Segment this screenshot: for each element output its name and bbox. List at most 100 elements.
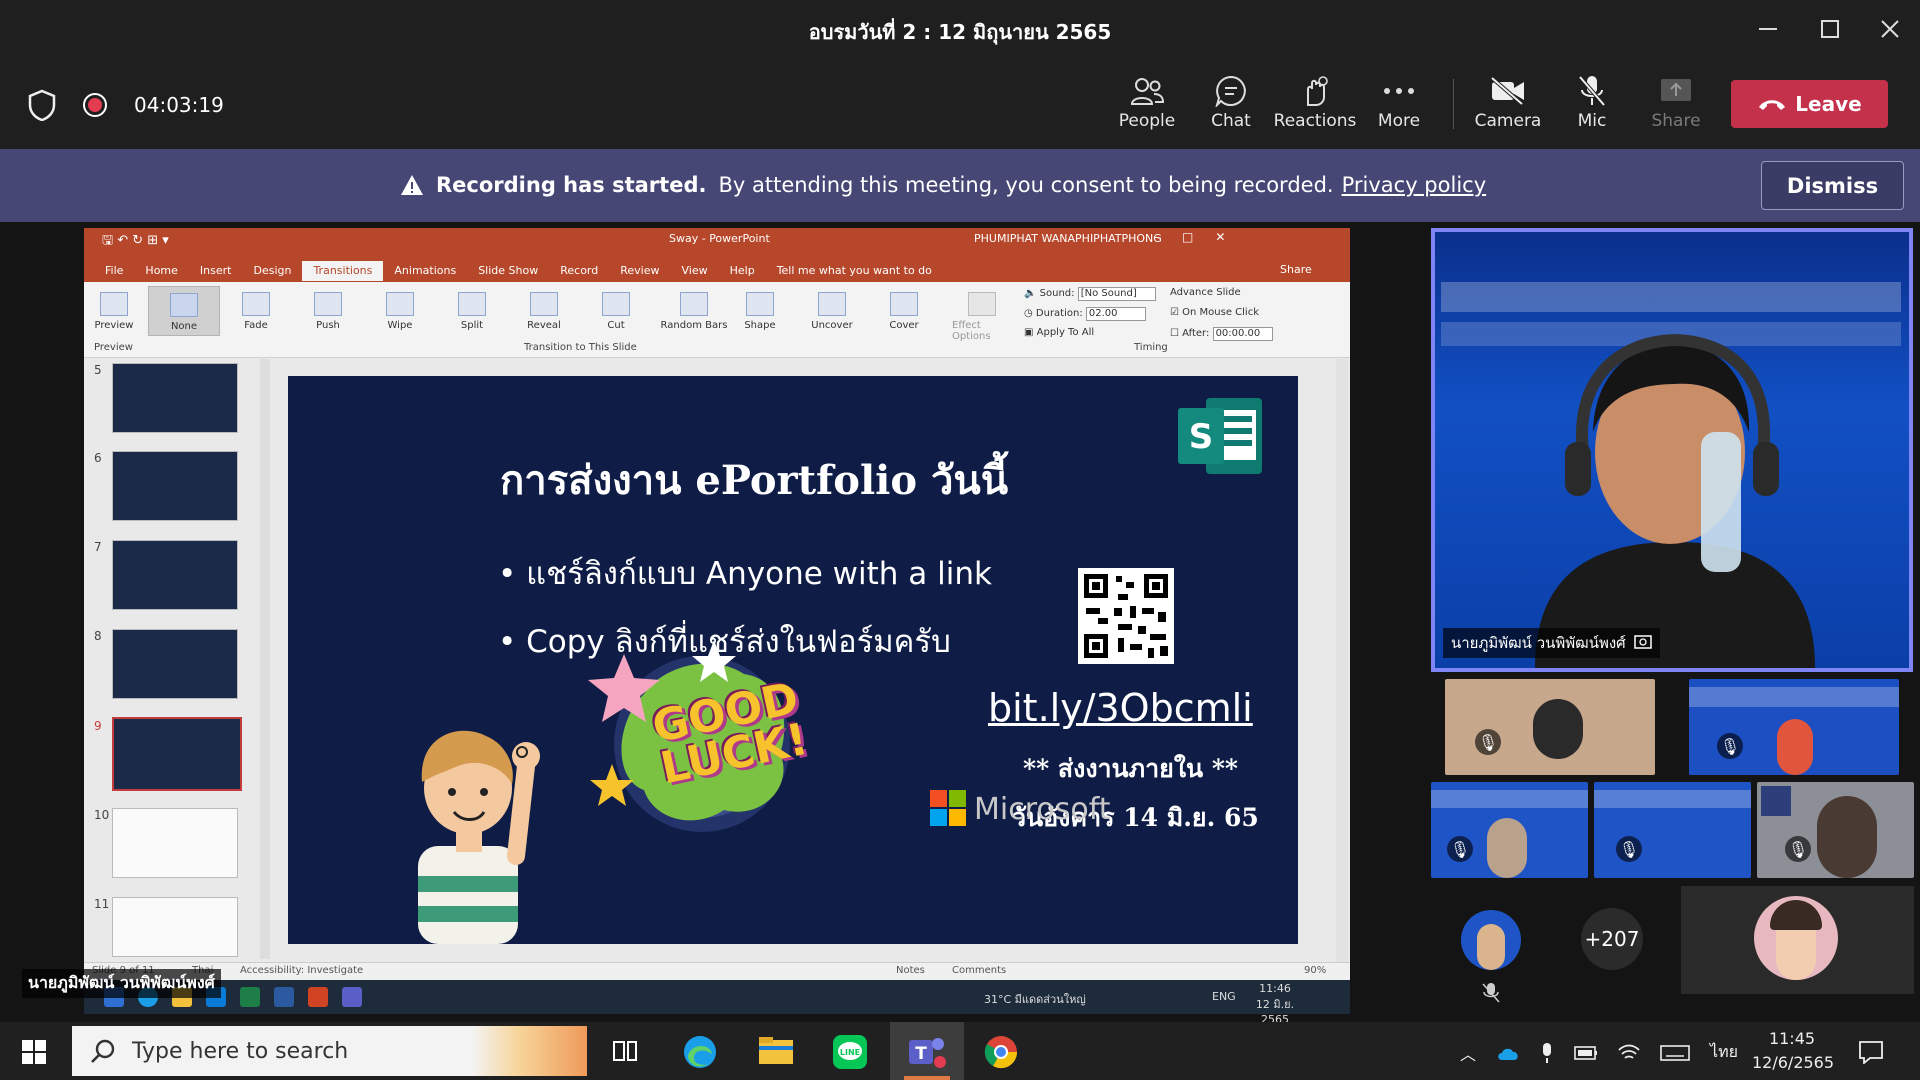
transition-cut[interactable]: Cut <box>586 286 646 331</box>
maximize-icon <box>1821 20 1839 38</box>
ppt-tab-design[interactable]: Design <box>242 261 302 281</box>
tray-language[interactable]: ไทย <box>1710 1040 1738 1065</box>
ppt-tab-record[interactable]: Record <box>549 261 609 281</box>
more-button[interactable]: More <box>1359 71 1439 131</box>
overflow-participants-button[interactable]: +207 <box>1581 908 1643 970</box>
notes-button[interactable]: Notes <box>896 965 925 976</box>
tray-mic-icon[interactable] <box>1540 1042 1554 1064</box>
participant-tile[interactable]: 🎙 <box>1757 782 1914 878</box>
ppt-ribbon-tabs: File Home Insert Design Transitions Anim… <box>94 261 943 281</box>
edge-icon[interactable] <box>682 1034 718 1070</box>
tray-chevron-icon[interactable]: ︿ <box>1460 1041 1476 1065</box>
after-field: ☐ After: 00:00.00 <box>1170 327 1273 341</box>
participant-tile[interactable]: 🎙 <box>1431 782 1588 878</box>
ppt-tab-help[interactable]: Help <box>719 261 766 281</box>
quick-access-toolbar[interactable]: 🖫 ↶ ↻ ⊞ ▾ <box>102 231 169 253</box>
comments-button[interactable]: Comments <box>952 965 1006 976</box>
line-app-icon[interactable]: LINE <box>832 1034 868 1070</box>
windows-start-icon[interactable] <box>22 1040 46 1064</box>
transition-wipe[interactable]: Wipe <box>370 286 430 331</box>
shield-icon <box>28 89 56 121</box>
share-button[interactable]: Share <box>1636 71 1716 131</box>
mic-off-icon: 🎙 <box>1616 836 1642 862</box>
task-view-icon[interactable] <box>612 1038 638 1064</box>
ppt-tab-insert[interactable]: Insert <box>189 261 243 281</box>
ppt-tab-file[interactable]: File <box>94 261 134 281</box>
slide-scrollbar[interactable] <box>1336 359 1348 962</box>
participant-tile[interactable]: 🎙 <box>1445 679 1655 775</box>
slide-thumbnail[interactable] <box>112 808 238 878</box>
ppt-window-controls[interactable]: –□✕ <box>1154 230 1247 244</box>
on-mouse-click-checkbox[interactable]: ☑ On Mouse Click <box>1170 307 1259 318</box>
slide-link[interactable]: bit.ly/3Obcmli <box>988 686 1253 730</box>
effect-options-button[interactable]: Effect Options <box>952 286 1012 342</box>
minimize-button[interactable] <box>1753 14 1783 44</box>
transition-none[interactable]: None <box>148 286 220 336</box>
taskbar-clock[interactable]: 11:45 12/6/2565 <box>1752 1027 1834 1075</box>
ppt-share-button[interactable]: Share <box>1280 263 1312 276</box>
leave-button[interactable]: Leave <box>1731 80 1888 128</box>
ppt-tab-animations[interactable]: Animations <box>383 261 467 281</box>
transition-fade[interactable]: Fade <box>226 286 286 331</box>
reactions-button[interactable]: Reactions <box>1274 71 1356 131</box>
mic-off-icon <box>1482 983 1500 1003</box>
teams-icon: T <box>909 1038 946 1068</box>
group-label-timing: Timing <box>1134 342 1168 353</box>
taskbar-search-box[interactable]: Type here to search <box>72 1026 587 1076</box>
transition-random-bars[interactable]: Random Bars <box>658 286 730 331</box>
self-view-tile[interactable] <box>1681 886 1914 994</box>
apply-to-all-button[interactable]: ▣ Apply To All <box>1024 327 1094 338</box>
transition-uncover[interactable]: Uncover <box>802 286 862 331</box>
battery-icon[interactable] <box>1574 1045 1598 1061</box>
transition-shape[interactable]: Shape <box>730 286 790 331</box>
slide-thumbnail[interactable] <box>112 897 238 957</box>
participant-avatar[interactable] <box>1461 910 1521 970</box>
sound-dropdown[interactable]: [No Sound] <box>1077 287 1156 301</box>
camera-button[interactable]: Camera <box>1468 71 1548 131</box>
transition-split[interactable]: Split <box>442 286 502 331</box>
preview-button[interactable]: Preview <box>84 286 144 331</box>
teams-taskbar-active[interactable]: T <box>890 1022 964 1080</box>
file-explorer-icon[interactable] <box>758 1036 794 1066</box>
ppt-tab-slideshow[interactable]: Slide Show <box>467 261 549 281</box>
ppt-tab-home[interactable]: Home <box>134 261 188 281</box>
search-icon <box>91 1039 115 1063</box>
participant-tile[interactable]: 🎙 <box>1594 782 1751 878</box>
dismiss-button[interactable]: Dismiss <box>1761 161 1904 210</box>
ppt-tab-view[interactable]: View <box>671 261 719 281</box>
notifications-icon[interactable] <box>1858 1040 1884 1064</box>
thumbs-scrollbar[interactable] <box>260 359 270 959</box>
wifi-icon[interactable] <box>1618 1044 1640 1062</box>
onedrive-icon[interactable] <box>1496 1045 1520 1061</box>
chat-button[interactable]: Chat <box>1191 71 1271 131</box>
chrome-icon[interactable] <box>983 1034 1019 1070</box>
after-input[interactable]: 00:00.00 <box>1212 327 1273 341</box>
slide-thumbnail[interactable] <box>112 363 238 433</box>
microsoft-wordmark: Microsoft <box>974 792 1111 827</box>
recording-banner: Recording has started. By attending this… <box>0 149 1920 222</box>
transition-cover[interactable]: Cover <box>874 286 934 331</box>
shared-screen-powerpoint: 🖫 ↶ ↻ ⊞ ▾ Sway - PowerPoint PHUMIPHAT WA… <box>84 228 1350 980</box>
slide-title: การส่งงาน ePortfolio วันนี้ <box>500 457 1009 504</box>
mic-button[interactable]: Mic <box>1552 71 1632 131</box>
slide-thumbnail-selected[interactable] <box>112 717 242 791</box>
people-button[interactable]: People <box>1107 71 1187 131</box>
banner-text: By attending this meeting, you consent t… <box>718 173 1334 197</box>
maximize-button[interactable] <box>1815 14 1845 44</box>
slide-thumbnail[interactable] <box>112 629 238 699</box>
ppt-tell-me[interactable]: Tell me what you want to do <box>766 261 943 281</box>
participant-tile[interactable]: 🎙 <box>1689 679 1899 775</box>
transition-reveal[interactable]: Reveal <box>514 286 574 331</box>
ppt-tab-transitions[interactable]: Transitions <box>302 261 384 281</box>
zoom-level[interactable]: 90% <box>1304 965 1326 976</box>
close-button[interactable] <box>1875 14 1905 44</box>
privacy-policy-link[interactable]: Privacy policy <box>1342 173 1487 197</box>
keyboard-icon[interactable] <box>1660 1044 1690 1062</box>
duration-input[interactable]: 02.00 <box>1085 307 1146 321</box>
more-icon <box>1384 88 1414 94</box>
ppt-tab-review[interactable]: Review <box>609 261 670 281</box>
sound-field: 🔈 Sound: [No Sound] <box>1024 287 1156 301</box>
transition-push[interactable]: Push <box>298 286 358 331</box>
slide-thumbnail[interactable] <box>112 451 238 521</box>
slide-thumbnail[interactable] <box>112 540 238 610</box>
